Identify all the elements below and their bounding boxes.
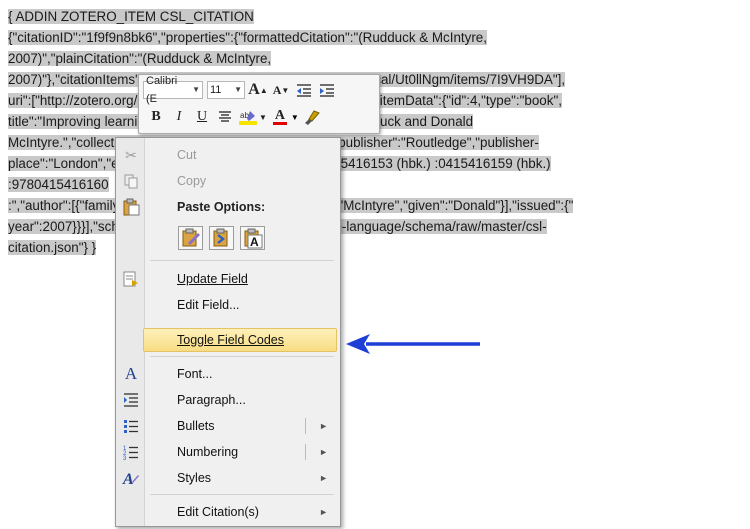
menu-item-label: Update Field [177, 272, 248, 286]
chevron-down-icon: ▼ [192, 85, 200, 94]
font-size-combo[interactable]: 11 ▼ [207, 81, 245, 99]
menu-item-label: Toggle Field Codes [177, 333, 284, 347]
highlighter-icon: ab [239, 111, 257, 125]
submenu-split-divider [305, 418, 306, 434]
menu-separator [150, 494, 334, 495]
paste-merge-formatting-icon [213, 228, 228, 247]
chevron-right-icon[interactable]: ► [319, 447, 328, 457]
menu-item-label: Numbering [177, 445, 239, 459]
menu-item-paragraph[interactable]: Paragraph... [116, 387, 340, 413]
numbering-icon: 123 [122, 443, 140, 461]
annotation-arrow-icon [346, 334, 480, 354]
submenu-split-divider [305, 444, 306, 460]
menu-item-copy[interactable]: Copy [116, 168, 340, 194]
paste-text-only-icon: A [244, 228, 263, 249]
chevron-down-icon: ▼ [259, 112, 267, 122]
font-icon: A [124, 364, 138, 383]
doc-text: {"citationID":"1f9f9n8bk6","properties":… [8, 30, 487, 45]
menu-item-toggle-field-codes[interactable]: Toggle Field Codes [116, 327, 340, 353]
menu-item-label: Copy [177, 174, 207, 188]
increase-indent-icon [320, 84, 334, 97]
center-align-icon [219, 111, 231, 122]
doc-text: { ADDIN ZOTERO_ITEM CSL_CITATION [8, 9, 254, 24]
doc-text: :9780415416160 [8, 177, 109, 192]
menu-item-label: Paragraph... [177, 393, 246, 407]
grow-font-button[interactable]: A ▲ [248, 80, 268, 100]
menu-item-label: Edit Field... [177, 298, 240, 312]
svg-text:A: A [250, 235, 259, 249]
doc-line[interactable]: :9780415416160 [8, 174, 109, 195]
menu-item-edit-citation[interactable]: Edit Citation(s) ► [116, 499, 340, 525]
italic-button[interactable]: I [169, 107, 189, 127]
format-painter-button[interactable] [302, 107, 322, 127]
font-name-value: Calibri (E [146, 75, 178, 105]
menu-item-label: Bullets [177, 419, 215, 433]
menu-item-text: Update Field [177, 272, 248, 286]
menu-separator [150, 260, 334, 261]
paste-keep-formatting-button[interactable] [178, 226, 203, 250]
paste-merge-formatting-button[interactable] [209, 226, 234, 250]
chevron-right-icon: ► [319, 507, 328, 517]
menu-item-label: Font... [177, 367, 213, 381]
menu-item-font[interactable]: A Font... [116, 361, 340, 387]
menu-item-bullets[interactable]: Bullets ► [116, 413, 340, 439]
menu-item-edit-field[interactable]: Edit Field... [116, 292, 340, 318]
underline-button[interactable]: U [192, 107, 212, 127]
paste-text-only-button[interactable]: A [240, 226, 265, 250]
svg-text:A: A [122, 471, 134, 487]
scissors-icon: ✂ [125, 146, 137, 163]
format-painter-icon [304, 110, 320, 125]
doc-line[interactable]: {"citationID":"1f9f9n8bk6","properties":… [8, 27, 487, 48]
menu-item-label: Styles [177, 471, 212, 485]
decrease-indent-icon [297, 84, 311, 97]
highlight-button[interactable]: ab ▼ [238, 107, 267, 127]
doc-text: 2007)","plainCitation":"(Rudduck & McInt… [8, 51, 272, 66]
grow-font-icon: A [248, 81, 260, 98]
menu-item-text: Toggle Field Codes [177, 333, 285, 347]
chevron-right-icon[interactable]: ► [319, 421, 328, 431]
menu-separator [150, 356, 334, 357]
menu-item-cut[interactable]: ✂ Cut [116, 142, 340, 168]
font-size-value: 11 [210, 84, 222, 96]
chevron-down-icon: ▼ [234, 85, 242, 94]
paste-keep-formatting-icon [182, 228, 200, 247]
mini-toolbar: Calibri (E ▼ 11 ▼ A ▲ A ▼ B I U ab ▼ A ▼ [138, 74, 380, 134]
chevron-down-icon: ▼ [290, 112, 299, 122]
shrink-font-icon: A [272, 82, 282, 97]
font-name-combo[interactable]: Calibri (E ▼ [143, 75, 203, 105]
menu-item-label: Cut [177, 148, 197, 162]
center-align-button[interactable] [215, 107, 235, 127]
font-color-button[interactable]: A [270, 107, 290, 127]
font-color-swatch [272, 121, 287, 125]
menu-item-numbering[interactable]: 123 Numbering ► [116, 439, 340, 465]
update-field-icon [122, 270, 140, 288]
decrease-indent-button[interactable] [294, 80, 314, 100]
bullets-icon [122, 417, 140, 435]
chevron-right-icon: ► [319, 473, 328, 483]
paste-options-label: Paste Options: [177, 200, 266, 214]
menu-item-update-field[interactable]: Update Field [116, 266, 340, 292]
context-menu: ✂ Cut Copy Paste Options: A Update Field… [115, 137, 341, 527]
menu-item-styles[interactable]: A Styles ► [116, 465, 340, 491]
clipboard-icon [122, 198, 140, 216]
doc-text: citation.json"} } [8, 240, 97, 255]
shrink-font-button[interactable]: A ▼ [271, 80, 291, 100]
doc-line[interactable]: citation.json"} } [8, 237, 97, 258]
copy-icon [122, 172, 140, 190]
bold-button[interactable]: B [146, 107, 166, 127]
font-color-icon: A [274, 107, 285, 123]
svg-text:3: 3 [123, 456, 127, 460]
menu-item-label: Edit Citation(s) [177, 505, 259, 519]
paste-options-header: Paste Options: [116, 194, 340, 220]
paragraph-icon [122, 391, 140, 409]
doc-line[interactable]: 2007)","plainCitation":"(Rudduck & McInt… [8, 48, 272, 69]
doc-line[interactable]: { ADDIN ZOTERO_ITEM CSL_CITATION [8, 6, 254, 27]
styles-icon: A [122, 469, 140, 487]
increase-indent-button[interactable] [317, 80, 337, 100]
